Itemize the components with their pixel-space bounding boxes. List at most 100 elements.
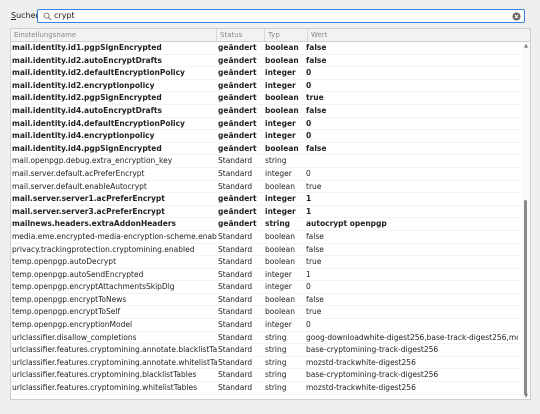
pref-type: boolean [265,231,295,241]
pref-name: urlclassifier.features.cryptomining.whit… [12,383,198,393]
pref-value: 1 [306,206,312,216]
pref-name: mail.openpgp.debug.extra_encryption_key [12,156,173,166]
column-header-type[interactable]: Typ [265,29,308,41]
pref-value: autocrypt openpgp [306,219,387,229]
table-row[interactable]: mail.identity.id4.pgpSignEncrypted geände… [11,143,521,156]
pref-value: false [306,55,327,65]
pref-status: geändert [218,80,257,90]
table-row[interactable]: temp.openpgp.encryptToNews Standard boolea… [11,294,521,307]
table-row[interactable]: mail.server.server3.acPreferEncrypt geänd… [11,206,521,219]
pref-status: Standard [218,168,253,178]
pref-type: boolean [265,307,295,317]
table-row[interactable]: mail.identity.id1.pgpSignEncrypted geände… [11,42,521,55]
pref-name: mail.server.default.acPreferEncrypt [12,168,145,178]
pref-value: 0 [306,118,312,128]
clear-icon[interactable] [512,12,521,21]
pref-type: integer [265,269,292,279]
pref-status: Standard [218,269,253,279]
table-row[interactable]: urlclassifier.features.cryptomining.anno… [11,344,521,357]
pref-type: boolean [265,43,299,52]
pref-value: true [306,181,322,191]
pref-value: false [306,43,327,52]
column-header-status[interactable]: Status [217,29,265,41]
pref-status: Standard [218,257,253,267]
table-row[interactable]: mail.identity.id4.autoEncryptDrafts geänd… [11,105,521,118]
search-bar: Suchen: crypt [0,6,540,26]
search-input[interactable]: crypt [37,9,525,23]
pref-name: mail.identity.id4.encryptionpolicy [12,131,155,141]
table-row[interactable]: temp.openpgp.autoSendEncrypted Standard in… [11,269,521,282]
pref-status: Standard [218,332,253,342]
scroll-up-arrow-icon[interactable]: ▲ [523,44,529,49]
pref-value: base-cryptomining-track-digest256 [306,370,439,380]
table-row[interactable]: mail.identity.id2.pgpSignEncrypted geände… [11,92,521,105]
table-row[interactable]: temp.openpgp.autoDecrypt Standard boolean t… [11,256,521,269]
pref-status: geändert [218,43,257,52]
column-header-value[interactable]: Wert [308,29,530,41]
scroll-thumb[interactable] [524,200,527,395]
table-row[interactable]: urlclassifier.features.cryptomining.blac… [11,369,521,383]
table-row[interactable]: urlclassifier.features.cryptomining.whit… [11,382,521,395]
pref-status: Standard [218,244,253,254]
pref-value: base-cryptomining-track-digest256 [306,345,439,355]
table-row[interactable]: privacy.trackingprotection.cryptomining.… [11,244,521,257]
table-header: Einstellungsname Status Typ Wert [11,29,530,42]
pref-value: 0 [306,320,311,330]
table-row[interactable]: temp.openpgp.encryptionModel Standard inte… [11,319,521,332]
pref-type: boolean [265,257,295,267]
pref-value: false [306,294,324,304]
pref-type: integer [265,206,296,216]
pref-type: integer [265,131,296,141]
pref-type: integer [265,118,296,128]
table-row[interactable]: mail.identity.id4.defaultEncryptionPolic… [11,118,521,131]
pref-type: integer [265,168,292,178]
table-row[interactable]: mail.identity.id2.autoEncryptDrafts geänd… [11,55,521,68]
pref-value: false [306,244,324,254]
pref-name: mail.identity.id2.encryptionpolicy [12,80,155,90]
pref-type: integer [265,194,296,204]
pref-status: Standard [218,231,253,241]
table-row[interactable]: urlclassifier.disallow_completions Standa… [11,332,521,345]
pref-name: urlclassifier.features.cryptomining.anno… [12,345,217,355]
pref-type: boolean [265,181,295,191]
table-row[interactable]: urlclassifier.features.cryptomining.anno… [11,357,521,370]
table-row[interactable]: mail.identity.id2.defaultEncryptionPolic… [11,67,521,80]
column-header-name[interactable]: Einstellungsname [11,29,217,41]
pref-name: media.eme.encrypted-media-encryption-sch… [12,231,217,241]
pref-status: Standard [218,181,253,191]
pref-status: geändert [218,68,257,78]
pref-status: geändert [218,55,257,65]
pref-name: mail.server.server3.acPreferEncrypt [12,206,165,216]
pref-value: goog-downloadwhite-digest256,base-track-… [306,332,518,342]
pref-type: string [265,357,287,367]
table-row[interactable]: mail.server.default.enableAutocrypt Stand… [11,181,521,194]
pref-type: boolean [265,143,299,153]
pref-name: mail.identity.id4.defaultEncryptionPolic… [12,118,185,128]
pref-type: integer [265,320,292,330]
table-row[interactable]: mail.openpgp.debug.extra_encryption_key S… [11,155,521,168]
table-row[interactable]: mailnews.headers.extraAddonHeaders geände… [11,218,521,231]
pref-type: string [265,370,287,380]
scroll-down-arrow-icon[interactable]: ▼ [523,394,529,399]
pref-type: boolean [265,294,295,304]
table-row[interactable]: mail.server.server1.acPreferEncrypt geänd… [11,193,521,206]
pref-status: Standard [218,282,253,292]
table-row[interactable]: temp.openpgp.encryptToSelf Standard boolea… [11,306,521,320]
pref-name: mail.identity.id2.defaultEncryptionPolic… [12,68,185,78]
pref-status: Standard [218,345,253,355]
table-row[interactable]: media.eme.encrypted-media-encryption-sch… [11,231,521,244]
pref-status: geändert [218,93,257,103]
vertical-scrollbar[interactable]: ▲ ▼ [522,42,530,399]
pref-type: boolean [265,244,295,254]
table-row[interactable]: mail.server.default.acPreferEncrypt Stand… [11,168,521,181]
table-row[interactable]: mail.identity.id4.encryptionpolicy geände… [11,130,521,143]
pref-name: mail.server.default.enableAutocrypt [12,181,147,191]
pref-value: 1 [306,194,312,204]
pref-name: privacy.trackingprotection.cryptomining.… [12,244,195,254]
pref-value: 1 [306,269,311,279]
table-row[interactable]: temp.openpgp.encryptAttachmentsSkipDlg St… [11,281,521,294]
pref-status: Standard [218,156,253,166]
table-row[interactable]: mail.identity.id2.encryptionpolicy geände… [11,80,521,93]
pref-status: geändert [218,118,257,128]
pref-name: mail.identity.id2.pgpSignEncrypted [12,93,162,103]
